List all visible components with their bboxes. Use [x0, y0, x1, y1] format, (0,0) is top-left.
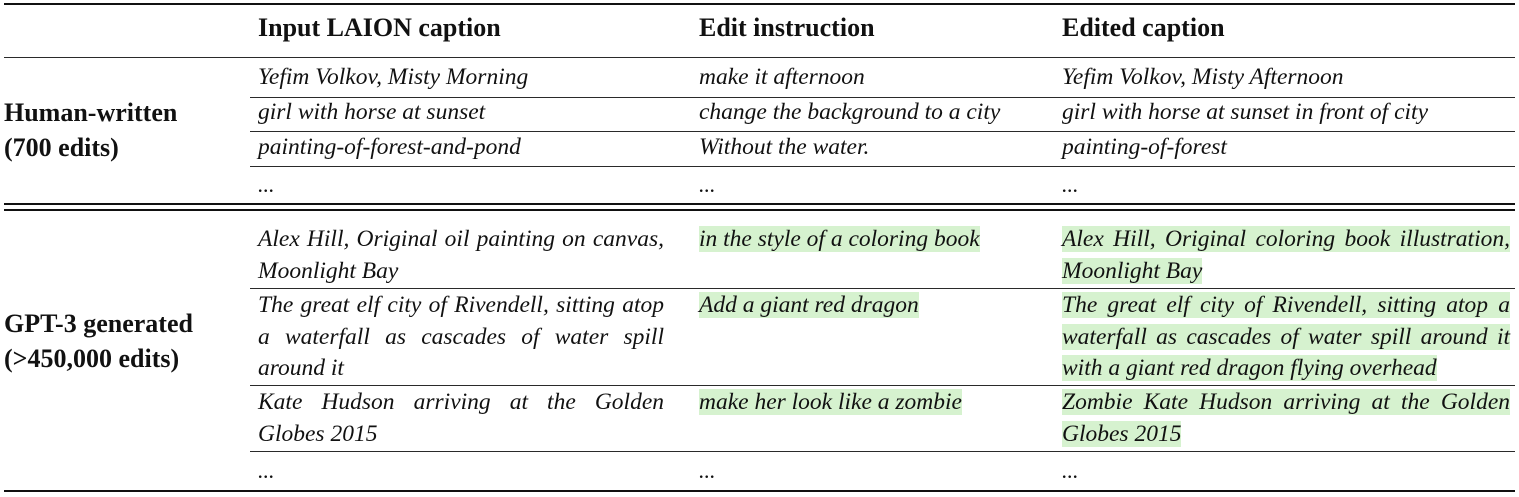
column-header-edited: Edited caption — [1062, 13, 1225, 42]
row-divider — [250, 288, 1515, 289]
edited-caption: painting-of-forest — [1062, 134, 1227, 160]
ellipsis: ... — [258, 458, 275, 483]
edited-caption: girl with horse at sunset in front of ci… — [1062, 99, 1428, 125]
column-header-instruction: Edit instruction — [699, 13, 875, 42]
highlight-span: Zombie Kate Hudson arriving at the Golde… — [1062, 389, 1510, 447]
edit-instruction: change the background to a city — [699, 99, 1001, 125]
input-caption: Yefim Volkov, Misty Morning — [258, 64, 529, 90]
edit-instruction: in the style of a coloring book — [699, 224, 980, 256]
edited-caption: Alex Hill, Original coloring book illust… — [1062, 224, 1510, 287]
ellipsis: ... — [1062, 172, 1079, 197]
input-caption: Kate Hudson arriving at the Golden Globe… — [258, 389, 664, 447]
highlight-span: make her look like a zombie — [699, 389, 962, 415]
input-caption: painting-of-forest-and-pond — [258, 134, 521, 160]
edit-instruction: Add a giant red dragon — [699, 290, 919, 322]
ellipsis: ... — [699, 458, 716, 483]
column-header-input: Input LAION caption — [258, 13, 501, 42]
ellipsis: ... — [1062, 458, 1079, 483]
group-label-title: GPT-3 generated — [4, 309, 193, 338]
input-caption: Alex Hill, Original oil painting on canv… — [258, 226, 664, 284]
ellipsis: ... — [699, 172, 716, 197]
highlight-span: in the style of a coloring book — [699, 226, 980, 252]
header-rule — [4, 57, 1515, 58]
highlight-span: Alex Hill, Original coloring book illust… — [1062, 226, 1510, 284]
edited-caption: The great elf city of Rivendell, sitting… — [1062, 290, 1510, 385]
section-rule-1 — [4, 203, 1515, 205]
bottom-rule — [4, 490, 1515, 492]
row-divider — [250, 166, 1515, 167]
row-divider — [250, 385, 1515, 386]
group-label-gpt3: GPT-3 generated (>450,000 edits) — [4, 306, 193, 376]
group-label-count: (700 edits) — [4, 133, 119, 162]
top-rule — [4, 3, 1515, 5]
group-label-human: Human-written (700 edits) — [4, 95, 177, 165]
row-divider — [250, 451, 1515, 452]
input-caption: girl with horse at sunset — [258, 99, 486, 125]
section-rule-2 — [4, 209, 1515, 211]
edit-instruction: Without the water. — [699, 134, 870, 160]
edited-caption: Zombie Kate Hudson arriving at the Golde… — [1062, 387, 1510, 450]
edited-caption: Yefim Volkov, Misty Afternoon — [1062, 64, 1344, 90]
ellipsis: ... — [258, 172, 275, 197]
edit-instruction: make it afternoon — [699, 64, 865, 90]
highlight-span: Add a giant red dragon — [699, 292, 919, 318]
edit-instruction: make her look like a zombie — [699, 387, 962, 419]
highlight-span: The great elf city of Rivendell, sitting… — [1062, 292, 1510, 381]
group-label-count: (>450,000 edits) — [4, 344, 180, 373]
input-caption: The great elf city of Rivendell, sitting… — [258, 292, 664, 381]
group-label-title: Human-written — [4, 98, 178, 127]
